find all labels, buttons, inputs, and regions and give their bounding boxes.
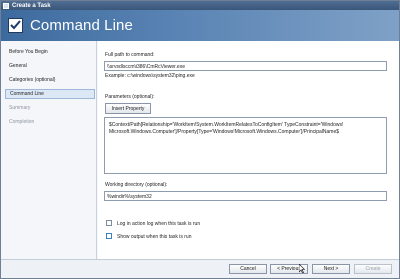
checkbox-document-icon xyxy=(8,18,23,33)
nav-item-label: Completion xyxy=(9,119,35,125)
nav-item-label: Categories (optional) xyxy=(9,77,56,83)
working-directory-input[interactable]: %windir%\system32 xyxy=(104,191,387,201)
working-directory-label: Working directory (optional): xyxy=(105,182,168,188)
previous-button-label: < Previous xyxy=(277,266,301,272)
nav-item-label: Summary xyxy=(9,105,31,111)
parameters-value: $Context/Path[Relationship='WorkItem!Sys… xyxy=(109,122,344,135)
window-title: Create a Task xyxy=(12,2,51,9)
create-task-window: Create a Task Command Line Before You Be… xyxy=(0,0,400,279)
insert-property-label: Insert Property xyxy=(111,105,145,112)
next-button[interactable]: Next > xyxy=(312,264,350,274)
nav-item-general[interactable]: General xyxy=(5,61,95,71)
nav-item-summary: Summary xyxy=(5,103,95,113)
show-output-checkbox[interactable] xyxy=(106,233,112,239)
nav-item-before-you-begin[interactable]: Before You Begin xyxy=(5,47,95,57)
next-button-label: Next > xyxy=(323,266,339,272)
log-action-checkbox[interactable] xyxy=(106,220,112,226)
full-path-label: Full path to command: xyxy=(105,52,155,58)
wizard-header: Command Line xyxy=(1,10,399,41)
example-text: Example: c:\windows\system32\ping.exe xyxy=(105,73,195,79)
window-icon xyxy=(3,2,9,9)
wizard-nav: Before You Begin General Categories (opt… xyxy=(1,41,97,259)
create-button: Create xyxy=(354,264,392,274)
cancel-button-label: Cancel xyxy=(240,266,256,272)
nav-item-label: Before You Begin xyxy=(9,49,48,55)
nav-item-categories[interactable]: Categories (optional) xyxy=(5,75,95,85)
nav-item-label: Command Line xyxy=(10,91,44,97)
title-bar: Create a Task xyxy=(1,1,399,10)
cancel-button[interactable]: Cancel xyxy=(229,264,267,274)
page-title: Command Line xyxy=(30,17,133,34)
create-button-label: Create xyxy=(365,266,381,272)
parameters-label: Parameters (optional): xyxy=(105,94,155,100)
nav-item-label: General xyxy=(9,63,27,69)
show-output-checkbox-label: Show output when this task is run xyxy=(117,234,192,240)
insert-property-button[interactable]: Insert Property xyxy=(105,103,151,114)
nav-item-command-line[interactable]: Command Line xyxy=(5,89,95,99)
nav-item-completion: Completion xyxy=(5,117,95,127)
full-path-input[interactable]: \\srvsdlsccm\i386\CmRcViewer.exe xyxy=(104,61,387,71)
log-action-checkbox-label: Log in action log when this task is run xyxy=(117,221,201,227)
